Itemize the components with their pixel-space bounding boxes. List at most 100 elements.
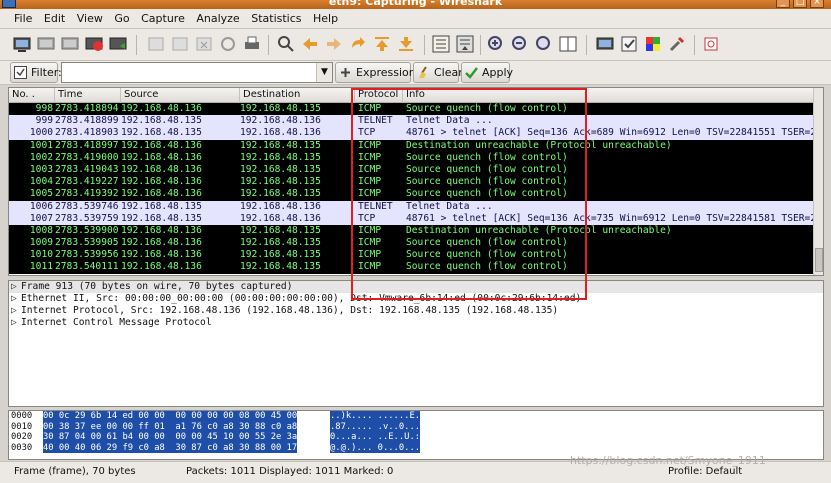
watermark-text: https://blog.csdn.net/Smyone_1911	[570, 454, 766, 467]
zoom-out-icon[interactable]	[510, 34, 530, 54]
maximize-button[interactable]: □	[793, 0, 807, 8]
menu-edit[interactable]: Edit	[40, 9, 69, 25]
packet-row[interactable]: 1000 2783.418903 192.168.48.135 192.168.48.…	[9, 127, 823, 140]
packet-row[interactable]: 1006 2783.539746 192.168.48.135 192.168.48.…	[9, 200, 823, 213]
filter-bar: Filter: ▼ Expression... Clear Apply	[0, 61, 831, 85]
interfaces-icon[interactable]	[12, 34, 32, 54]
go-first-icon[interactable]	[372, 34, 392, 54]
clear-button[interactable]: Clear	[413, 62, 463, 83]
packet-rows: 998 2783.418894 192.168.48.136 192.168.48.1…	[9, 103, 823, 274]
column-no[interactable]: No. .	[9, 88, 55, 103]
packet-row[interactable]: 1005 2783.419392 192.168.48.136 192.168.48.…	[9, 188, 823, 201]
apply-label: Apply	[482, 66, 514, 79]
packet-row[interactable]: 1008 2783.539900 192.168.48.136 192.168.48.…	[9, 224, 823, 238]
print-icon[interactable]	[242, 34, 262, 54]
expand-arrow-icon[interactable]: ▷	[11, 305, 21, 317]
column-info[interactable]: Info	[403, 88, 815, 103]
go-to-packet-icon[interactable]	[348, 34, 368, 54]
packet-bytes[interactable]: 0000 00 0c 29 6b 14 ed 00 00 00 00 00 00 …	[8, 410, 824, 460]
expand-arrow-icon[interactable]: ▷	[11, 293, 21, 305]
packet-list-scrollbar[interactable]	[813, 88, 823, 275]
packet-cell-no: 999	[35, 115, 53, 127]
packet-cell-dst: 192.168.48.135	[240, 103, 321, 114]
packet-row[interactable]: 999 2783.418899 192.168.48.135 192.168.48.1…	[9, 115, 823, 128]
start-capture-icon[interactable]	[60, 34, 80, 54]
filter-input[interactable]: ▼	[61, 62, 333, 83]
filter-button[interactable]: Filter:	[10, 62, 62, 83]
packet-row[interactable]: 1007 2783.539759 192.168.48.135 192.168.48.…	[9, 212, 823, 225]
menu-file[interactable]: File	[10, 9, 36, 25]
packet-cell-src: 192.168.48.135	[121, 200, 202, 212]
colorize-icon[interactable]	[431, 34, 451, 54]
coloring-rules-icon[interactable]	[643, 34, 663, 54]
packet-row[interactable]: 1010 2783.539956 192.168.48.136 192.168.48.…	[9, 249, 823, 262]
packet-row[interactable]: 1004 2783.419227 192.168.48.136 192.168.48.…	[9, 176, 823, 189]
find-packet-icon[interactable]	[276, 34, 296, 54]
packet-cell-info: Telnet Data ...	[406, 200, 493, 212]
resize-columns-icon[interactable]	[558, 34, 578, 54]
packet-cell-src: 192.168.48.135	[121, 212, 202, 224]
zoom-in-icon[interactable]	[486, 34, 506, 54]
detail-row-ip[interactable]: ▷ Internet Protocol, Src: 192.168.48.136 …	[9, 305, 823, 317]
packet-cell-proto: ICMP	[358, 261, 382, 273]
status-left: Frame (frame), 70 bytes	[14, 466, 136, 477]
packet-row[interactable]: 1011 2783.540111 192.168.48.136 192.168.48.…	[9, 261, 823, 274]
close-file-icon[interactable]	[194, 34, 214, 54]
packet-details[interactable]: ▷ Frame 913 (70 bytes on wire, 70 bytes c…	[8, 280, 824, 407]
column-time[interactable]: Time	[55, 88, 121, 103]
menu-go[interactable]: Go	[110, 9, 133, 25]
help-icon[interactable]	[701, 34, 721, 54]
restart-capture-icon[interactable]	[108, 34, 128, 54]
menu-statistics[interactable]: Statistics	[247, 9, 305, 25]
packet-list-header: No. . Time Source Destination Protocol I…	[9, 88, 823, 103]
packet-row[interactable]: 1001 2783.418997 192.168.48.136 192.168.48.…	[9, 139, 823, 152]
packet-cell-info: Source quench (flow control)	[406, 176, 568, 188]
packet-cell-info: Telnet Data ...	[406, 115, 493, 127]
stop-capture-icon[interactable]	[84, 34, 104, 54]
packet-cell-no: 1005	[29, 188, 53, 200]
expand-arrow-icon[interactable]: ▷	[11, 317, 21, 329]
zoom-normal-icon[interactable]	[534, 34, 554, 54]
detail-row-ethernet[interactable]: ▷ Ethernet II, Src: 00:00:00_00:00:00 (00…	[9, 293, 823, 305]
status-profile[interactable]: Profile: Default	[668, 466, 742, 477]
reload-icon[interactable]	[218, 34, 238, 54]
scrollbar-thumb[interactable]	[815, 248, 823, 272]
packet-row[interactable]: 998 2783.418894 192.168.48.136 192.168.48.1…	[9, 103, 823, 116]
minimize-button[interactable]: _	[776, 0, 790, 8]
filter-dropdown-icon[interactable]: ▼	[316, 63, 332, 82]
packet-cell-proto: ICMP	[358, 163, 382, 175]
apply-button[interactable]: Apply	[461, 62, 514, 83]
menu-view[interactable]: View	[73, 9, 107, 25]
packet-cell-info: Source quench (flow control)	[406, 188, 568, 200]
go-forward-icon[interactable]	[324, 34, 344, 54]
packet-cell-time: 2783.418997	[55, 139, 119, 151]
menu-capture[interactable]: Capture	[137, 9, 189, 25]
save-file-icon[interactable]	[170, 34, 190, 54]
column-source[interactable]: Source	[121, 88, 240, 103]
go-back-icon[interactable]	[300, 34, 320, 54]
preferences-icon[interactable]	[667, 34, 687, 54]
auto-scroll-icon[interactable]	[455, 34, 475, 54]
packet-cell-dst: 192.168.48.136	[240, 200, 321, 212]
capture-filters-icon[interactable]	[595, 34, 615, 54]
go-last-icon[interactable]	[396, 34, 416, 54]
menu-help[interactable]: Help	[309, 9, 342, 25]
packet-row[interactable]: 1009 2783.539905 192.168.48.136 192.168.48.…	[9, 237, 823, 250]
expand-arrow-icon[interactable]: ▷	[11, 281, 21, 293]
column-destination[interactable]: Destination	[240, 88, 355, 103]
packet-row[interactable]: 1003 2783.419043 192.168.48.136 192.168.48.…	[9, 163, 823, 177]
detail-row-frame[interactable]: ▷ Frame 913 (70 bytes on wire, 70 bytes c…	[9, 281, 823, 293]
display-filters-icon[interactable]	[619, 34, 639, 54]
detail-row-icmp[interactable]: ▷ Internet Control Message Protocol	[9, 317, 823, 329]
open-file-icon[interactable]	[146, 34, 166, 54]
column-protocol[interactable]: Protocol	[355, 88, 403, 103]
packet-row[interactable]: 1002 2783.419000 192.168.48.136 192.168.48.…	[9, 151, 823, 164]
packet-cell-src: 192.168.48.135	[121, 127, 202, 139]
packet-list[interactable]: No. . Time Source Destination Protocol I…	[8, 87, 824, 276]
close-button[interactable]: ×	[810, 0, 824, 8]
menu-analyze[interactable]: Analyze	[192, 9, 243, 25]
filter-label: Filter:	[31, 66, 62, 79]
packet-cell-dst: 192.168.48.135	[240, 224, 321, 236]
expression-button[interactable]: Expression...	[335, 62, 426, 83]
capture-options-icon[interactable]	[36, 34, 56, 54]
